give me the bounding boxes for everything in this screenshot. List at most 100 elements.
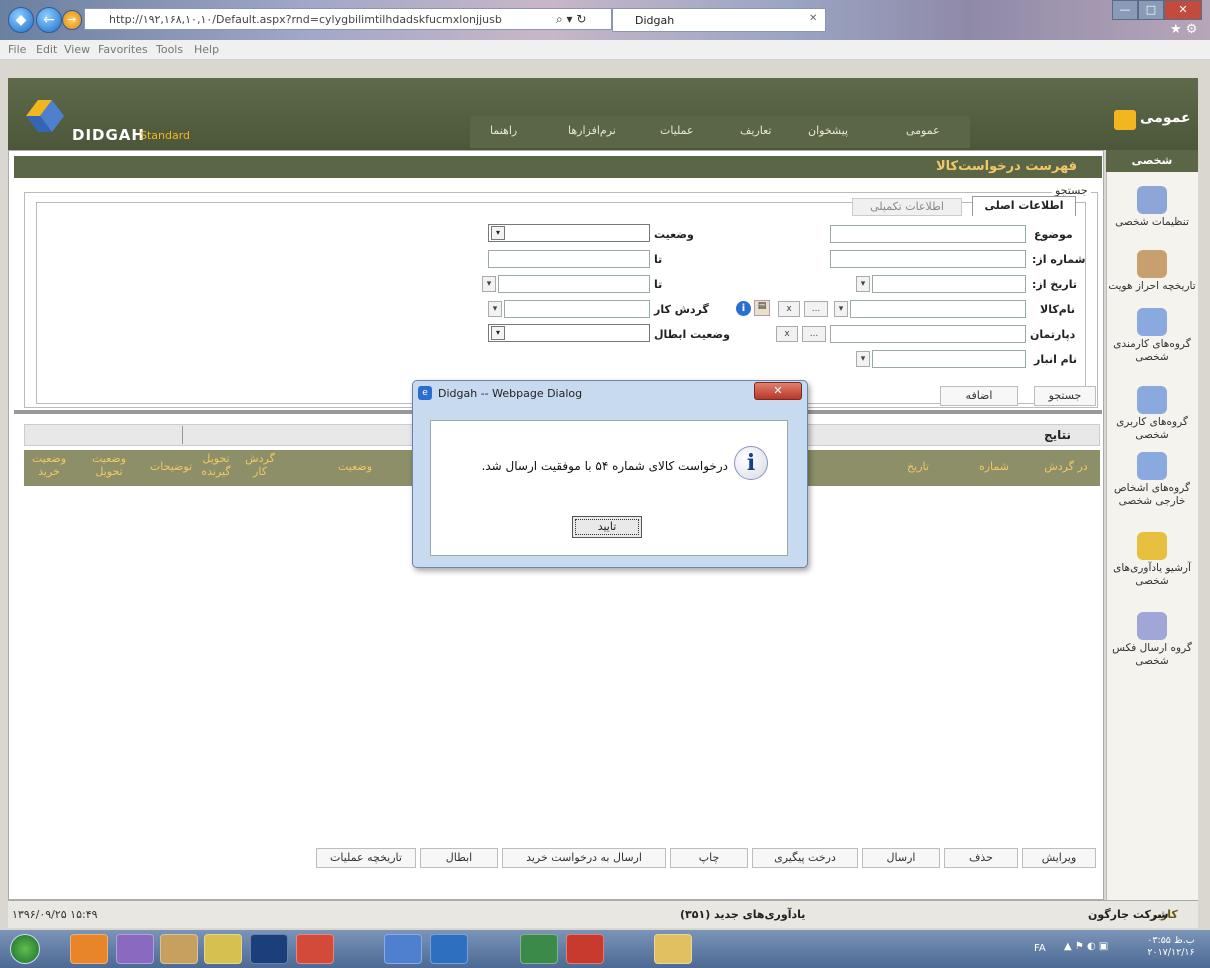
language-indicator[interactable]: FA xyxy=(1034,943,1046,954)
sidebar-item-reminders-archive[interactable]: آرشیو یادآوری‌های شخصی xyxy=(1106,532,1198,588)
info-icon[interactable]: i xyxy=(736,301,751,316)
workflow-input[interactable] xyxy=(504,300,650,318)
col-date[interactable]: تاریخ xyxy=(886,460,950,473)
sidebar-item-external-groups[interactable]: گروه‌های اشخاص خارجی شخصی xyxy=(1106,452,1198,508)
sidebar-item-label: آرشیو یادآوری‌های شخصی xyxy=(1113,562,1191,587)
workflow-dropdown-button[interactable]: ▾ xyxy=(488,301,502,317)
cancel-button[interactable]: ابطال xyxy=(420,848,498,868)
dialog-close-button[interactable]: ✕ xyxy=(754,382,802,400)
acrobat-taskbar-icon[interactable] xyxy=(566,934,604,964)
sidebar-item-label: تنظیمات شخصی xyxy=(1115,216,1189,228)
label-date-from: تاریخ از: xyxy=(1032,278,1077,291)
close-tab-icon[interactable]: ✕ xyxy=(809,13,817,24)
browser-tab[interactable]: Didgah ✕ xyxy=(612,8,826,32)
tab-main-info[interactable]: اطلاعات اصلی xyxy=(972,196,1076,216)
minimize-button[interactable]: — xyxy=(1112,0,1138,20)
date-to-picker-button[interactable]: ▾ xyxy=(482,276,496,292)
menu-favorites[interactable]: Favorites xyxy=(98,43,148,56)
didgah-taskbar-icon[interactable] xyxy=(384,934,422,964)
favorites-star-icon[interactable]: ★ ⚙ xyxy=(1170,22,1197,37)
ie-taskbar-icon[interactable] xyxy=(430,934,468,964)
warehouse-dropdown-button[interactable]: ▾ xyxy=(856,351,870,367)
tab-operations[interactable]: عملیات xyxy=(660,124,694,137)
search-icon[interactable]: ⌕ ▾ ↻ xyxy=(556,12,586,27)
label-item-name: نام‌کالا xyxy=(1040,303,1076,316)
maximize-button[interactable]: □ xyxy=(1138,0,1164,20)
label-cancel-status: وضعیت ابطال xyxy=(654,328,730,341)
print-button[interactable]: چاپ xyxy=(670,848,748,868)
item-name-input[interactable] xyxy=(850,300,1026,318)
subject-input[interactable] xyxy=(830,225,1026,243)
menu-help[interactable]: Help xyxy=(194,43,219,56)
tray-icons[interactable]: ▲ ⚑ ◐ ▣ xyxy=(1064,941,1108,952)
delete-button[interactable]: حذف xyxy=(944,848,1018,868)
new-reminders-link[interactable]: یادآوری‌های جدید (۳۵۱) xyxy=(680,908,805,921)
status-select[interactable]: ▾ xyxy=(488,224,650,242)
menu-tools[interactable]: Tools xyxy=(156,43,183,56)
department-browse-button[interactable]: ... xyxy=(802,326,826,342)
tab-help[interactable]: راهنما xyxy=(490,124,517,137)
sidebar-item-fax-group[interactable]: گروه ارسال فکس شخصی xyxy=(1106,612,1198,668)
tracking-tree-button[interactable]: درخت پیگیری xyxy=(752,848,858,868)
address-bar[interactable]: http://۱۹۲,۱۶۸,۱۰,۱۰/Default.aspx?rnd=cy… xyxy=(84,8,612,30)
date-from-input[interactable] xyxy=(872,275,1026,293)
col-in-workflow[interactable]: در گردش xyxy=(1034,460,1098,473)
tab-definitions[interactable]: تعاریف xyxy=(740,124,771,137)
send-button[interactable]: ارسال xyxy=(862,848,940,868)
sidebar-item-settings[interactable]: تنظیمات شخصی xyxy=(1106,186,1198,229)
item-select-icon[interactable]: ▤ xyxy=(754,300,770,316)
chrome-taskbar-icon[interactable] xyxy=(296,934,334,964)
col-delivery-status[interactable]: وضعیت تحویل xyxy=(88,452,130,478)
tab-general[interactable]: عمومی xyxy=(906,124,940,137)
date-to-input[interactable] xyxy=(498,275,650,293)
cancel-status-select[interactable]: ▾ xyxy=(488,324,650,342)
operations-history-button[interactable]: تاریخچه عملیات xyxy=(316,848,416,868)
vs-taskbar-icon[interactable] xyxy=(116,934,154,964)
edit-button[interactable]: ویرایش xyxy=(1022,848,1096,868)
col-workflow[interactable]: گردش کار xyxy=(240,452,280,478)
number-to-input[interactable] xyxy=(488,250,650,268)
department-clear-button[interactable]: x xyxy=(776,326,798,342)
col-status[interactable]: وضعیت xyxy=(300,460,410,473)
close-window-button[interactable]: ✕ xyxy=(1164,0,1202,20)
add-button[interactable]: اضافه xyxy=(940,386,1018,406)
label-to-1: تا xyxy=(654,253,663,266)
item-name-dropdown-button[interactable]: ▾ xyxy=(834,301,848,317)
tab-extra-info[interactable]: اطلاعات تکمیلی xyxy=(852,198,962,216)
tab-dashboard[interactable]: پیشخوان xyxy=(808,124,848,137)
search-button[interactable]: جستجو xyxy=(1034,386,1096,406)
department-input[interactable] xyxy=(830,325,1026,343)
dialog-ok-button[interactable]: تایید xyxy=(572,516,642,538)
sidebar-item-employee-groups[interactable]: گروه‌های کارمندی شخصی xyxy=(1106,308,1198,364)
outlook-taskbar-icon[interactable] xyxy=(70,934,108,964)
tab-software[interactable]: نرم‌افزارها xyxy=(568,124,616,137)
date-from-picker-button[interactable]: ▾ xyxy=(856,276,870,292)
start-button[interactable] xyxy=(10,934,40,964)
explorer-taskbar-icon[interactable] xyxy=(654,934,692,964)
menu-edit[interactable]: Edit xyxy=(36,43,57,56)
col-description[interactable]: توضیحات xyxy=(148,460,194,473)
clock[interactable]: ۰۳:۵۵ ب.ظ ۲۰۱۷/۱۲/۱۶ xyxy=(1138,935,1204,959)
label-status: وضعیت xyxy=(654,228,694,241)
warehouse-input[interactable] xyxy=(872,350,1026,368)
sidebar-item-user-groups[interactable]: گروه‌های کاربری شخصی xyxy=(1106,386,1198,442)
col-number[interactable]: شماره xyxy=(962,460,1026,473)
photoshop-taskbar-icon[interactable] xyxy=(250,934,288,964)
number-from-input[interactable] xyxy=(830,250,1026,268)
section-title: عمومی xyxy=(1140,110,1191,126)
back-button[interactable]: ← xyxy=(36,7,62,33)
colors-taskbar-icon[interactable] xyxy=(204,934,242,964)
col-receiver[interactable]: تحویل گیرنده xyxy=(196,452,236,478)
item-name-browse-button[interactable]: ... xyxy=(804,301,828,317)
menu-view[interactable]: View xyxy=(64,43,90,56)
send-to-purchase-button[interactable]: ارسال به درخواست خرید xyxy=(502,848,666,868)
item-name-clear-button[interactable]: x xyxy=(778,301,800,317)
excel-taskbar-icon[interactable] xyxy=(520,934,558,964)
menu-file[interactable]: File xyxy=(8,43,26,56)
results-title: نتایج xyxy=(1044,428,1072,442)
sidebar-item-auth-history[interactable]: تاریخچه احراز هویت xyxy=(1106,250,1198,293)
forward-button[interactable]: → xyxy=(62,10,82,30)
didgah-logo-icon xyxy=(22,94,68,136)
col-purchase-status[interactable]: وضعیت خرید xyxy=(28,452,70,478)
winrar-taskbar-icon[interactable] xyxy=(160,934,198,964)
